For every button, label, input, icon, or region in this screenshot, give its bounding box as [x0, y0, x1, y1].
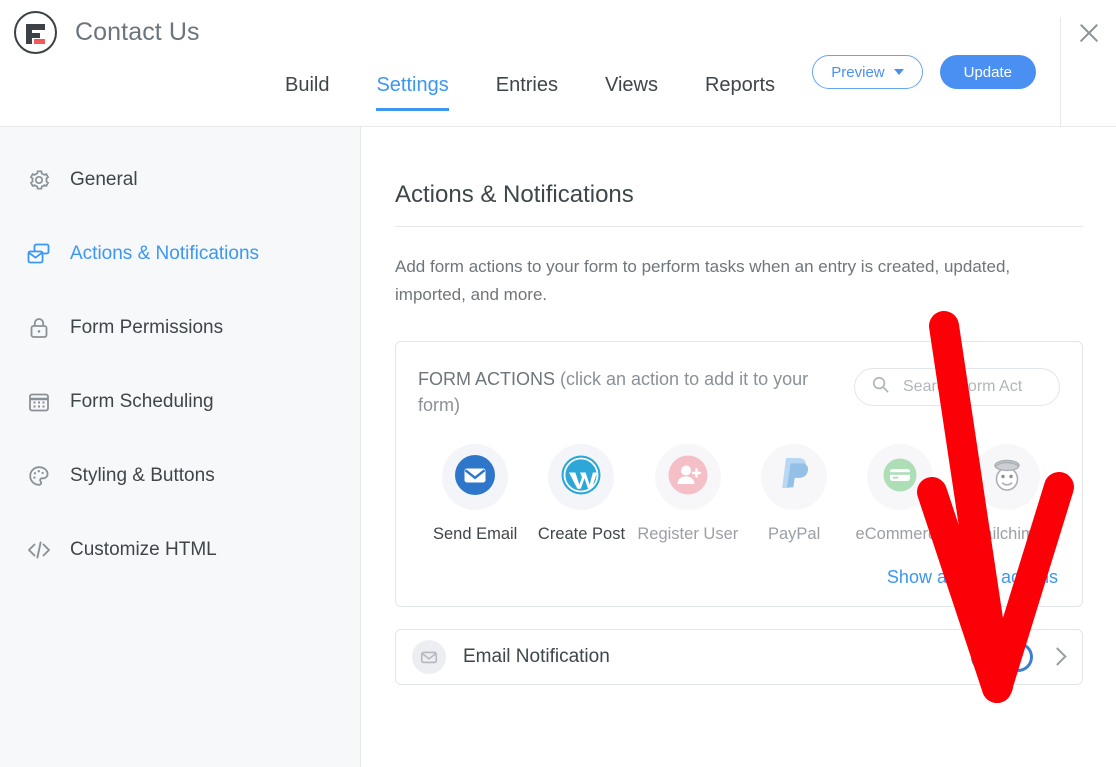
mailchimp-icon [986, 454, 1028, 501]
gear-icon [26, 167, 52, 193]
search-input[interactable] [901, 377, 1040, 397]
brand: Contact Us [14, 11, 200, 54]
action-send-email[interactable]: Send Email [422, 444, 528, 545]
envelope-outline-icon [412, 640, 446, 674]
form-editor-window: Contact Us Preview Update Build Settings… [0, 0, 1116, 767]
sidebar-item-form-scheduling[interactable]: Form Scheduling [0, 385, 360, 419]
action-label: Create Post [528, 524, 634, 545]
close-button-area [1060, 17, 1116, 127]
action-paypal[interactable]: PayPal [741, 444, 847, 545]
show-all-form-actions-link[interactable]: Show all form actions [887, 567, 1058, 587]
tab-views[interactable]: Views [605, 74, 658, 111]
search-form-actions[interactable] [854, 368, 1060, 406]
action-create-post[interactable]: Create Post [528, 444, 634, 545]
lock-icon [26, 315, 52, 341]
code-icon [26, 537, 52, 563]
form-actions-card-header: FORM ACTIONS (click an action to add it … [418, 366, 1060, 418]
toggle-state-label: ON [981, 650, 1001, 664]
action-bubble [548, 444, 614, 510]
sidebar-item-label: Actions & Notifications [70, 243, 259, 265]
sidebar-item-label: Styling & Buttons [70, 465, 215, 487]
envelopes-icon [26, 241, 52, 267]
sidebar-item-general[interactable]: General [0, 163, 360, 197]
sidebar-item-styling-buttons[interactable]: Styling & Buttons [0, 459, 360, 493]
action-label: Register User [635, 524, 741, 545]
paypal-icon [774, 454, 814, 501]
sidebar-item-label: Form Scheduling [70, 391, 214, 413]
tab-entries[interactable]: Entries [496, 74, 558, 111]
settings-main-panel: Actions & Notifications Add form actions… [362, 127, 1116, 767]
email-notification-row[interactable]: Email Notification ON [395, 629, 1083, 685]
sidebar-item-form-permissions[interactable]: Form Permissions [0, 311, 360, 345]
tab-settings[interactable]: Settings [376, 74, 448, 111]
sidebar-item-label: Form Permissions [70, 317, 223, 339]
app-header: Contact Us Preview Update Build Settings… [0, 0, 1116, 127]
section-description: Add form actions to your form to perform… [395, 253, 1065, 309]
tab-reports[interactable]: Reports [705, 74, 775, 111]
settings-sidebar: General Actions & Notifications Form [0, 127, 361, 767]
main-tabs: Build Settings Entries Views Reports [0, 74, 1060, 111]
palette-icon [26, 463, 52, 489]
action-ecommerce[interactable]: eCommerce [847, 444, 953, 545]
form-actions-heading-strong: FORM ACTIONS [418, 369, 555, 389]
credit-card-icon [878, 453, 922, 502]
sidebar-item-label: Customize HTML [70, 539, 217, 561]
form-actions-heading: FORM ACTIONS (click an action to add it … [418, 366, 840, 418]
formidable-logo-icon [14, 11, 57, 54]
action-register-user[interactable]: Register User [635, 444, 741, 545]
action-label: Mailchimp [954, 524, 1060, 545]
action-label: eCommerce [847, 524, 953, 545]
form-actions-grid: Send Email Create Post [418, 444, 1060, 545]
wordpress-icon [559, 453, 603, 502]
sidebar-item-label: General [70, 169, 138, 191]
show-all-form-actions: Show all form actions [418, 567, 1060, 588]
sidebar-item-actions-notifications[interactable]: Actions & Notifications [0, 237, 360, 271]
page-title: Contact Us [75, 18, 200, 47]
close-icon[interactable] [1076, 20, 1102, 46]
envelope-icon [453, 453, 497, 502]
action-bubble [867, 444, 933, 510]
toggle-knob [1006, 645, 1030, 669]
calendar-icon [26, 389, 52, 415]
action-label: PayPal [741, 524, 847, 545]
email-notification-toggle[interactable]: ON [971, 642, 1033, 672]
chevron-right-icon[interactable] [1048, 648, 1066, 666]
action-bubble [655, 444, 721, 510]
action-label: Send Email [422, 524, 528, 545]
action-mailchimp[interactable]: Mailchimp [954, 444, 1060, 545]
user-add-icon [666, 453, 710, 502]
action-bubble [442, 444, 508, 510]
email-notification-label: Email Notification [463, 646, 971, 668]
tab-build[interactable]: Build [285, 74, 329, 111]
action-bubble [974, 444, 1040, 510]
action-bubble [761, 444, 827, 510]
search-icon [871, 375, 890, 399]
form-actions-card: FORM ACTIONS (click an action to add it … [395, 341, 1083, 607]
section-title: Actions & Notifications [395, 181, 1083, 227]
sidebar-item-customize-html[interactable]: Customize HTML [0, 533, 360, 567]
